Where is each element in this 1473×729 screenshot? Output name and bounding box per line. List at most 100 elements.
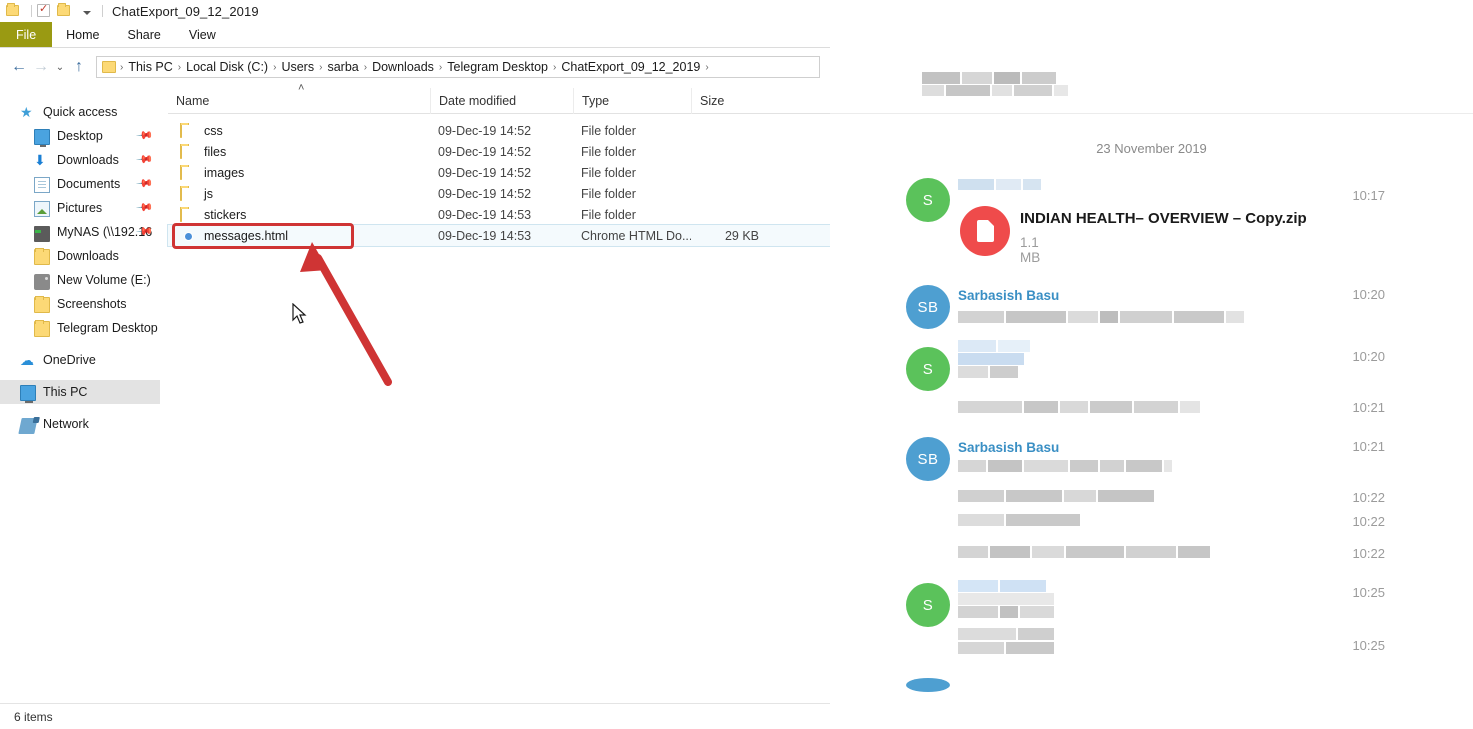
- sidebar-item-label: This PC: [43, 385, 88, 399]
- mouse-pointer-icon: [292, 303, 307, 324]
- sidebar-item-onedrive[interactable]: ☁ OneDrive: [0, 348, 160, 372]
- customize-caret-icon[interactable]: [83, 11, 91, 15]
- sidebar-item-label: Pictures: [57, 201, 103, 215]
- column-header-name[interactable]: Name ˄: [168, 82, 430, 114]
- breadcrumb[interactable]: › This PC › Local Disk (C:) › Users › sa…: [96, 56, 820, 78]
- tab-share[interactable]: Share: [114, 22, 175, 47]
- file-type-cell: File folder: [581, 186, 636, 201]
- table-row[interactable]: images 09-Dec-19 14:52 File folder: [168, 162, 830, 183]
- avatar[interactable]: S: [906, 347, 950, 391]
- file-name-cell: files: [168, 143, 430, 160]
- title-bar: ChatExport_09_12_2019: [0, 0, 830, 22]
- column-header-type[interactable]: Type: [573, 87, 691, 114]
- file-explorer-window: ChatExport_09_12_2019 File Home Share Vi…: [0, 0, 830, 729]
- sidebar-item-downloads-quick[interactable]: ⬇ Downloads 📌: [0, 148, 160, 172]
- avatar[interactable]: S: [906, 178, 950, 222]
- recent-locations-button[interactable]: ⌄: [52, 56, 68, 78]
- message-timestamp: 10:22: [1352, 490, 1385, 505]
- file-name-label: images: [204, 165, 245, 180]
- avatar[interactable]: S: [906, 583, 950, 627]
- divider: [102, 5, 103, 17]
- message-body-blurred: [958, 580, 1088, 625]
- file-name-label: js: [204, 186, 214, 201]
- table-row[interactable]: files 09-Dec-19 14:52 File folder: [168, 141, 830, 162]
- breadcrumb-item-telegram-desktop[interactable]: Telegram Desktop: [443, 60, 552, 74]
- column-headers: Name ˄ Date modified Type Size: [168, 82, 830, 114]
- message-timestamp: 10:20: [1352, 287, 1385, 302]
- sidebar-item-pictures[interactable]: Pictures 📌: [0, 196, 160, 220]
- table-row-selected[interactable]: messages.html 09-Dec-19 14:53 Chrome HTM…: [167, 224, 830, 247]
- message-body-blurred: [958, 340, 1053, 395]
- message-timestamp: 10:21: [1352, 439, 1385, 454]
- sidebar-item-telegram-desktop[interactable]: Telegram Desktop: [0, 316, 160, 340]
- folder-icon: [102, 61, 116, 73]
- window-title: ChatExport_09_12_2019: [112, 3, 259, 19]
- message-body-blurred: [958, 310, 1246, 329]
- telegram-chat-panel: 23 November 2019 S 10:17 INDIAN HEALTH– …: [830, 0, 1473, 729]
- properties-icon[interactable]: [37, 2, 53, 19]
- message-timestamp: 10:25: [1352, 585, 1385, 600]
- breadcrumb-item-this-pc[interactable]: This PC: [124, 60, 176, 74]
- new-folder-icon[interactable]: [57, 3, 73, 19]
- sidebar-item-documents[interactable]: Documents 📌: [0, 172, 160, 196]
- back-button[interactable]: ←: [8, 56, 30, 78]
- breadcrumb-separator: ›: [705, 61, 709, 73]
- annotation-arrow-icon: [300, 242, 392, 386]
- breadcrumb-item-users[interactable]: Users: [277, 60, 318, 74]
- sidebar-item-screenshots[interactable]: Screenshots: [0, 292, 160, 316]
- message-body-blurred: [958, 489, 1160, 508]
- breadcrumb-item-chatexport[interactable]: ChatExport_09_12_2019: [557, 60, 704, 74]
- folder-icon: [180, 206, 182, 222]
- table-row[interactable]: js 09-Dec-19 14:52 File folder: [168, 183, 830, 204]
- message-sender-name: Sarbasish Basu: [958, 288, 1060, 303]
- avatar-initials: S: [922, 360, 934, 378]
- avatar[interactable]: SB: [906, 437, 950, 481]
- file-size-cell: 29 KB: [724, 228, 759, 243]
- tab-home[interactable]: Home: [52, 22, 113, 47]
- sidebar-item-desktop[interactable]: Desktop 📌: [0, 124, 160, 148]
- sidebar-item-network[interactable]: Network: [0, 412, 160, 436]
- forward-button[interactable]: →: [30, 56, 52, 78]
- file-date-cell: 09-Dec-19 14:53: [438, 228, 532, 243]
- table-row[interactable]: css 09-Dec-19 14:52 File folder: [168, 120, 830, 141]
- column-header-size[interactable]: Size: [691, 87, 769, 114]
- file-name-cell: stickers: [168, 206, 430, 223]
- pin-icon: 📌: [135, 150, 154, 169]
- file-name-label: stickers: [204, 207, 247, 222]
- breadcrumb-item-sarba[interactable]: sarba: [323, 60, 362, 74]
- message-timestamp: 10:25: [1352, 638, 1385, 653]
- sidebar-item-label: Screenshots: [57, 297, 127, 311]
- desktop-icon: [34, 129, 50, 147]
- sidebar-item-new-volume[interactable]: New Volume (E:): [0, 268, 160, 292]
- sidebar-item-quick-access[interactable]: ★ Quick access: [0, 100, 160, 124]
- documents-icon: [34, 176, 50, 193]
- avatar-partial[interactable]: [906, 678, 950, 692]
- sidebar-item-mynas[interactable]: MyNAS (\\192.16 📌: [0, 220, 160, 244]
- breadcrumb-item-local-disk[interactable]: Local Disk (C:): [182, 60, 272, 74]
- folder-icon[interactable]: [6, 3, 22, 19]
- date-separator: 23 November 2019: [1096, 141, 1207, 156]
- download-icon: ⬇: [34, 152, 46, 168]
- avatar[interactable]: SB: [906, 285, 950, 329]
- message-timestamp: 10:22: [1352, 514, 1385, 529]
- up-button[interactable]: ↑: [68, 56, 90, 78]
- message-body-blurred: [958, 628, 1088, 669]
- message-body-blurred: [958, 513, 1082, 532]
- sort-ascending-icon: ˄: [298, 81, 305, 94]
- sidebar-item-label: OneDrive: [43, 353, 96, 367]
- message-sender-name: Sarbasish Basu: [958, 440, 1060, 455]
- sidebar-item-this-pc[interactable]: This PC: [0, 380, 160, 404]
- address-bar: ← → ⌄ ↑ › This PC › Local Disk (C:) › Us…: [0, 53, 830, 81]
- file-date-cell: 09-Dec-19 14:52: [438, 123, 532, 138]
- table-row[interactable]: stickers 09-Dec-19 14:53 File folder: [168, 204, 830, 225]
- column-header-date-modified[interactable]: Date modified: [430, 87, 573, 114]
- breadcrumb-item-downloads[interactable]: Downloads: [368, 60, 438, 74]
- sidebar-item-label: Quick access: [43, 105, 118, 119]
- folder-icon: [34, 296, 50, 313]
- sidebar-item-downloads-folder[interactable]: Downloads: [0, 244, 160, 268]
- tab-file[interactable]: File: [0, 22, 53, 47]
- tab-view[interactable]: View: [175, 22, 230, 47]
- file-date-cell: 09-Dec-19 14:53: [438, 207, 532, 222]
